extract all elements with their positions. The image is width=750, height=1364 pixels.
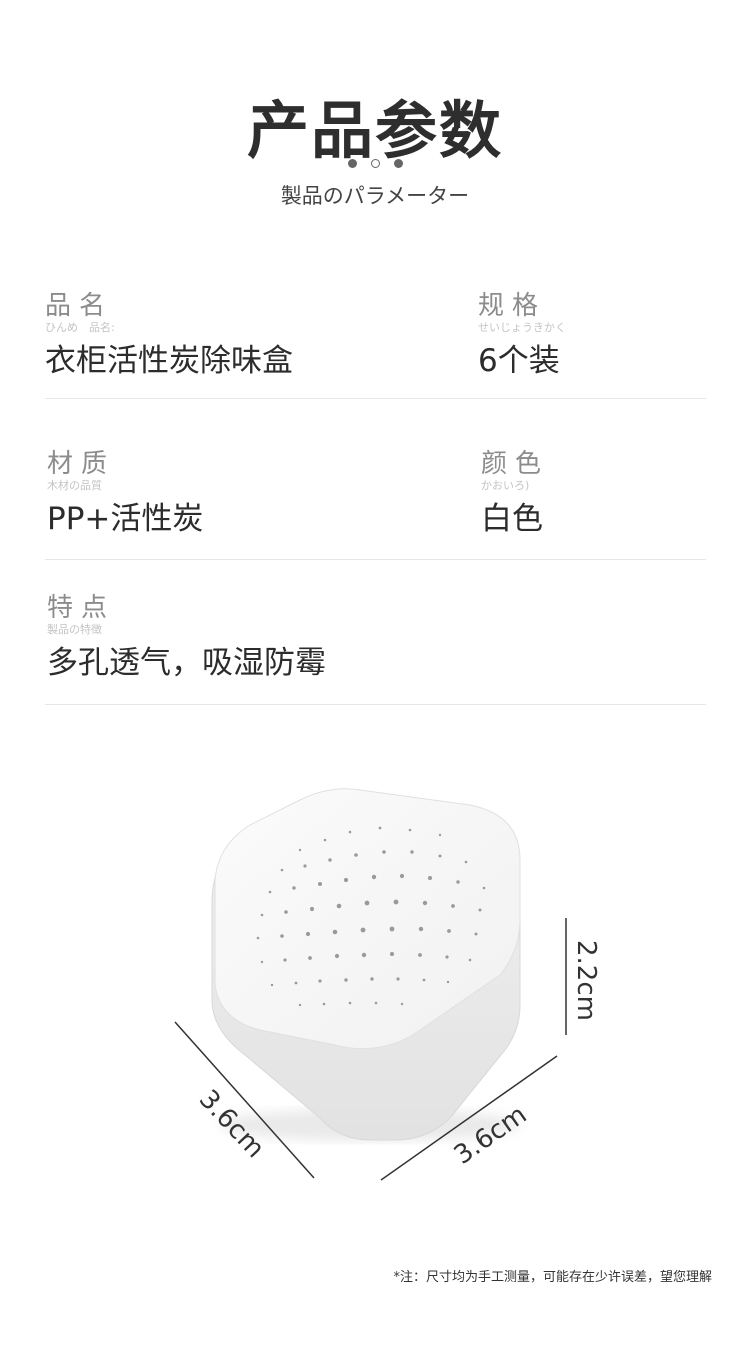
param-name: 品名 ひんめ 品名: 衣柜活性炭除味盒 <box>45 291 293 381</box>
row-divider <box>45 704 706 705</box>
row-divider <box>45 559 706 560</box>
dot-hollow-icon <box>370 159 380 168</box>
dot-filled-icon <box>347 159 357 168</box>
param-feature: 特点 製品の特徴 多孔透气，吸湿防霉 <box>47 593 326 683</box>
param-feature-label: 特点 <box>47 593 116 623</box>
param-color-label: 颜色 <box>481 449 550 479</box>
param-color-value: 白色 <box>481 501 543 537</box>
param-material-value: PP+活性炭 <box>47 501 204 537</box>
param-feature-sublabel: 製品の特徴 <box>47 623 102 636</box>
page-title: 产品参数 <box>246 94 503 167</box>
param-material-label: 材质 <box>47 449 116 479</box>
measurement-note: *注：尺寸均为手工测量，可能存在少许误差，望您理解 <box>393 1270 712 1285</box>
page-subtitle: 製品のパラメーター <box>280 184 470 208</box>
param-color: 颜色 かおいろ) 白色 <box>481 449 549 539</box>
param-name-label: 品名 <box>45 291 114 321</box>
param-spec: 规格 せいじょうきかく 6个装 <box>478 291 566 381</box>
dimension-height-label: 2.2cm <box>571 940 601 1021</box>
pagination-dots <box>0 159 750 168</box>
param-spec-sublabel: せいじょうきかく <box>478 321 566 334</box>
param-color-sublabel: かおいろ) <box>481 479 530 492</box>
param-name-value: 衣柜活性炭除味盒 <box>45 343 293 379</box>
param-material: 材质 木材の品質 PP+活性炭 <box>47 449 203 539</box>
row-divider <box>45 398 706 399</box>
dot-filled-icon <box>393 159 403 168</box>
param-name-sublabel: ひんめ 品名: <box>45 321 115 334</box>
param-spec-value: 6个装 <box>478 343 560 379</box>
param-material-sublabel: 木材の品質 <box>47 479 102 492</box>
param-spec-label: 规格 <box>478 291 547 321</box>
product-diagram: 3.6cm 3.6cm 2.2cm <box>174 788 601 1181</box>
param-feature-value: 多孔透气，吸湿防霉 <box>47 645 326 681</box>
